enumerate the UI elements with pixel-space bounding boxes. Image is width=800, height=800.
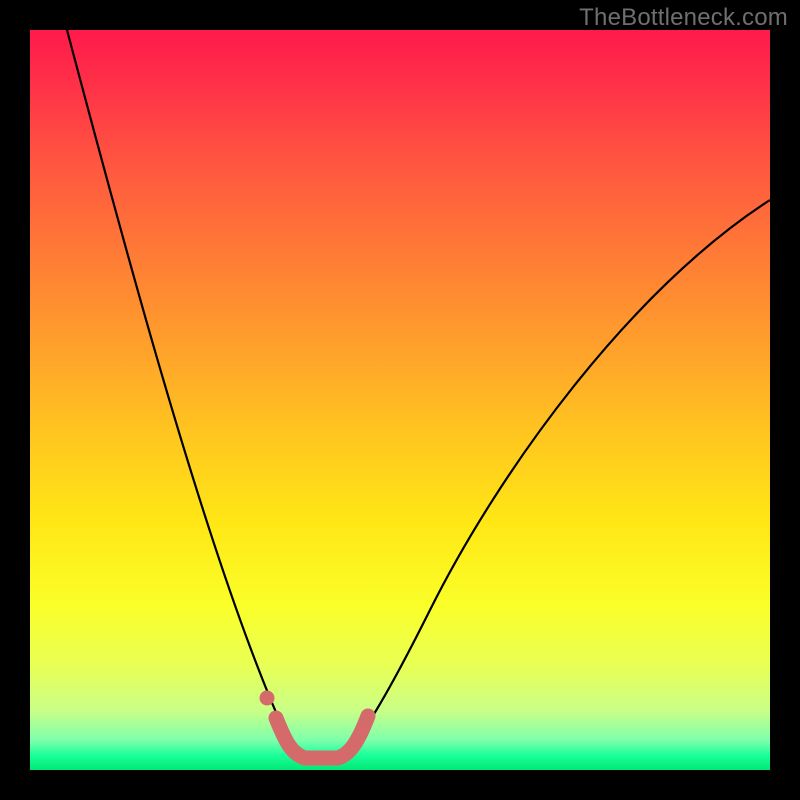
highlight-arc xyxy=(276,716,368,758)
bottleneck-curve xyxy=(67,30,770,756)
curves-svg xyxy=(30,30,770,770)
watermark-text: TheBottleneck.com xyxy=(579,4,788,32)
highlight-dot xyxy=(260,691,275,706)
chart-frame: TheBottleneck.com xyxy=(0,0,800,800)
plot-area xyxy=(30,30,770,770)
